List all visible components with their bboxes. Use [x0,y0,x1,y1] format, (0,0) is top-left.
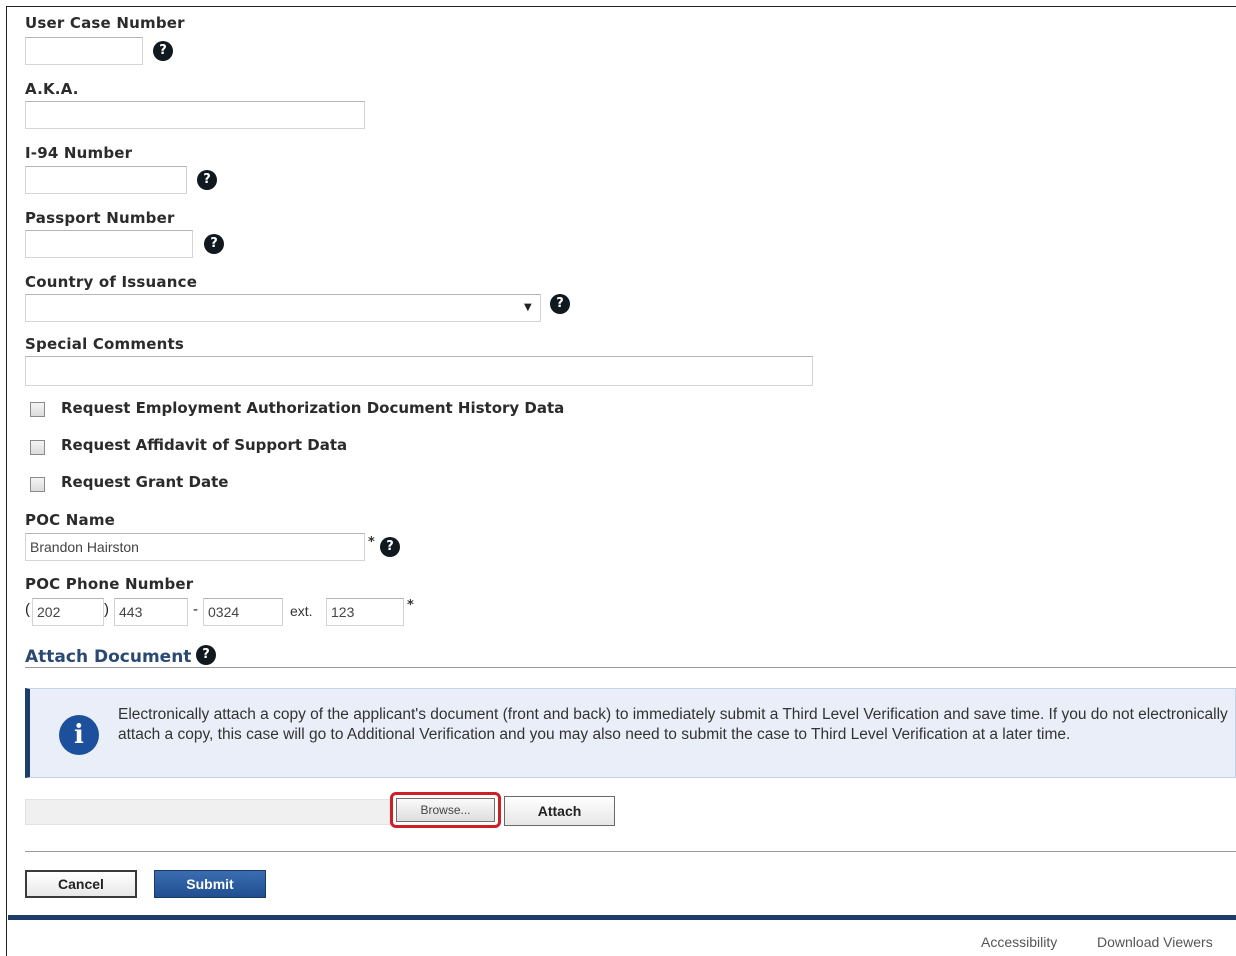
section-divider [25,667,1236,668]
help-icon[interactable]: ? [153,41,173,61]
affidavit-support-checkbox-label: Request Affidavit of Support Data [61,436,348,454]
info-panel: i Electronically attach a copy of the ap… [25,688,1236,778]
aka-label: A.K.A. [25,80,79,98]
grant-date-checkbox-label: Request Grant Date [61,473,229,491]
file-path-input[interactable] [25,799,390,825]
phone-ext-label: ext. [290,603,313,619]
user-case-number-input[interactable] [25,37,143,65]
phone-open-paren: ( [25,601,30,618]
help-icon[interactable]: ? [380,537,400,557]
i94-number-label: I-94 Number [25,144,133,162]
country-of-issuance-label: Country of Issuance [25,273,198,291]
cancel-button[interactable]: Cancel [25,870,137,898]
affidavit-support-checkbox[interactable] [30,440,45,455]
attach-document-title: Attach Document [25,647,192,667]
special-comments-input[interactable] [25,356,813,386]
footer-link-download-viewers[interactable]: Download Viewers [1097,934,1213,950]
ead-history-checkbox-label: Request Employment Authorization Documen… [61,399,565,417]
required-marker: * [407,598,414,613]
user-case-number-label: User Case Number [25,14,185,32]
info-icon: i [59,715,99,755]
help-icon[interactable]: ? [204,234,224,254]
country-of-issuance-select[interactable] [25,294,541,322]
poc-name-label: POC Name [25,511,116,529]
phone-prefix-input[interactable]: 443 [114,598,188,626]
i94-number-input[interactable] [25,166,187,194]
poc-phone-label: POC Phone Number [25,575,194,593]
passport-number-input[interactable] [25,230,193,258]
phone-dash: - [193,601,198,618]
info-text: Electronically attach a copy of the appl… [118,706,1228,743]
ead-history-checkbox[interactable] [30,402,45,417]
help-icon[interactable]: ? [197,170,217,190]
help-icon[interactable]: ? [550,294,570,314]
browse-highlight: Browse... [390,792,501,828]
attach-button[interactable]: Attach [504,796,615,826]
help-icon[interactable]: ? [196,645,216,665]
required-marker: * [368,535,375,550]
phone-line-input[interactable]: 0324 [203,598,283,626]
grant-date-checkbox[interactable] [30,477,45,492]
passport-number-label: Passport Number [25,209,175,227]
submit-button[interactable]: Submit [154,870,266,898]
poc-name-input[interactable]: Brandon Hairston [25,533,365,561]
chevron-down-icon: ▼ [524,302,532,313]
footer-link-accessibility[interactable]: Accessibility [981,934,1057,950]
aka-input[interactable] [25,101,365,129]
footer-bar [8,915,1236,920]
browse-button[interactable]: Browse... [396,798,495,822]
phone-ext-input[interactable]: 123 [326,598,404,626]
phone-area-code-input[interactable]: 202 [32,598,104,626]
special-comments-label: Special Comments [25,335,184,353]
actions-divider [25,851,1236,852]
phone-close-paren: ) [104,601,109,618]
